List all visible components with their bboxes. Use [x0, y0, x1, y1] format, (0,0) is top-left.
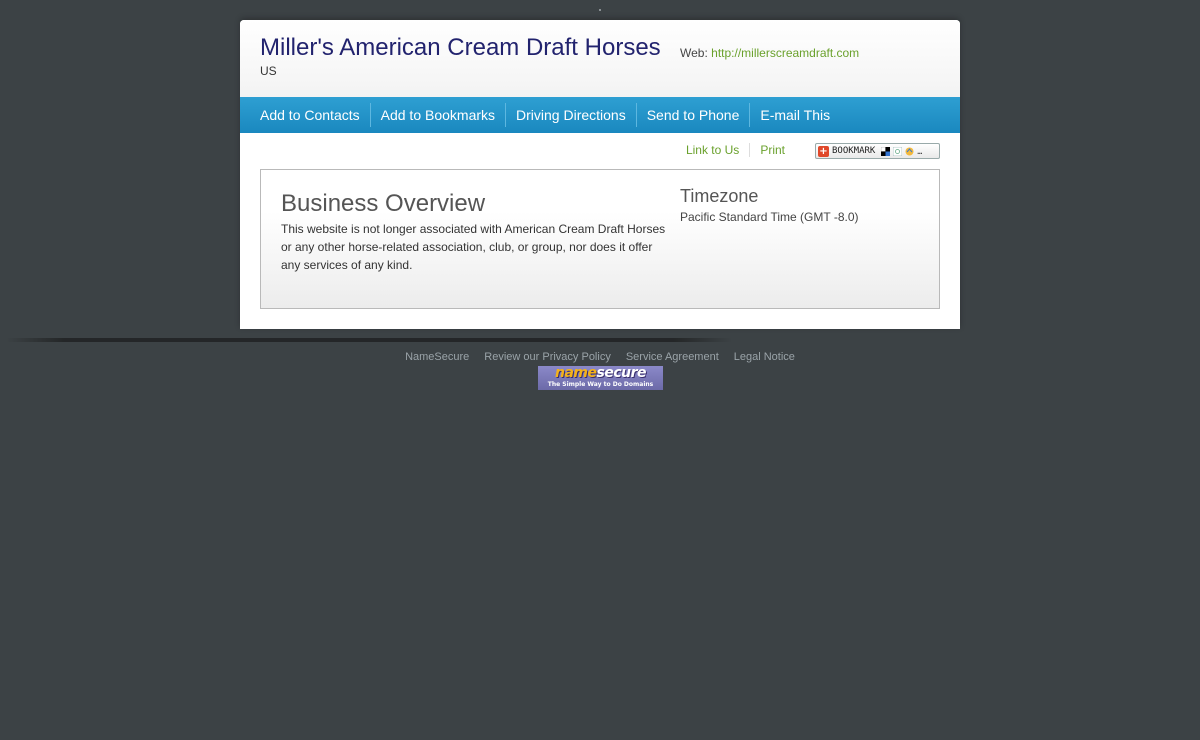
- overview-heading: Business Overview: [281, 190, 486, 217]
- shadow-divider: [6, 338, 732, 342]
- footer-link-service-agreement[interactable]: Service Agreement: [626, 351, 719, 363]
- logo-part1: name: [555, 365, 597, 381]
- footer-link-privacy-policy[interactable]: Review our Privacy Policy: [484, 351, 611, 363]
- digg-icon: [893, 146, 903, 156]
- web-info: Web: http://millerscreamdraft.com: [680, 46, 859, 60]
- overview-section: Business Overview This website is not lo…: [281, 190, 666, 274]
- business-country: US: [260, 64, 277, 78]
- bookmark-share-button[interactable]: + BOOKMARK …: [815, 143, 940, 159]
- logo-part2: secure: [596, 365, 647, 381]
- nav-add-to-bookmarks[interactable]: Add to Bookmarks: [371, 103, 507, 127]
- nav-send-to-phone[interactable]: Send to Phone: [637, 103, 751, 127]
- delicious-icon: [881, 146, 891, 156]
- business-card: Miller's American Cream Draft Horses US …: [240, 20, 960, 329]
- nav-add-to-contacts[interactable]: Add to Contacts: [250, 103, 371, 127]
- action-navbar: Add to Contacts Add to Bookmarks Driving…: [240, 97, 960, 133]
- top-dot: [599, 9, 601, 11]
- link-to-us-link[interactable]: Link to Us: [676, 143, 749, 157]
- tool-links: Link to Us Print: [676, 143, 795, 157]
- footer-link-legal-notice[interactable]: Legal Notice: [734, 351, 795, 363]
- footer-links: NameSecure Review our Privacy Policy Ser…: [0, 351, 1200, 363]
- logo-tagline: The Simple Way to Do Domains: [547, 381, 654, 388]
- web-label: Web:: [680, 46, 708, 60]
- print-link[interactable]: Print: [749, 143, 795, 157]
- timezone-heading: Timezone: [680, 186, 759, 206]
- logo-wordmark: namesecure: [538, 366, 663, 381]
- more-icon: …: [917, 146, 923, 156]
- card-header: Miller's American Cream Draft Horses US …: [240, 20, 960, 97]
- nav-email-this[interactable]: E-mail This: [750, 103, 840, 127]
- plus-icon: +: [818, 145, 829, 157]
- namesecure-logo[interactable]: namesecure The Simple Way to Do Domains: [538, 366, 663, 390]
- nav-driving-directions[interactable]: Driving Directions: [506, 103, 637, 127]
- tool-bar: Link to Us Print + BOOKMARK …: [240, 133, 960, 169]
- overview-panel: Business Overview This website is not lo…: [260, 169, 940, 309]
- footer-link-namesecure[interactable]: NameSecure: [405, 351, 469, 363]
- stumble-icon: [905, 147, 914, 155]
- timezone-section: Timezone Pacific Standard Time (GMT -8.0…: [680, 185, 859, 224]
- bookmark-badge-label: BOOKMARK: [832, 146, 876, 156]
- overview-text: This website is not longer associated wi…: [281, 222, 666, 272]
- social-icons: …: [881, 146, 923, 156]
- timezone-value: Pacific Standard Time (GMT -8.0): [680, 210, 859, 224]
- web-url-link[interactable]: http://millerscreamdraft.com: [711, 46, 859, 60]
